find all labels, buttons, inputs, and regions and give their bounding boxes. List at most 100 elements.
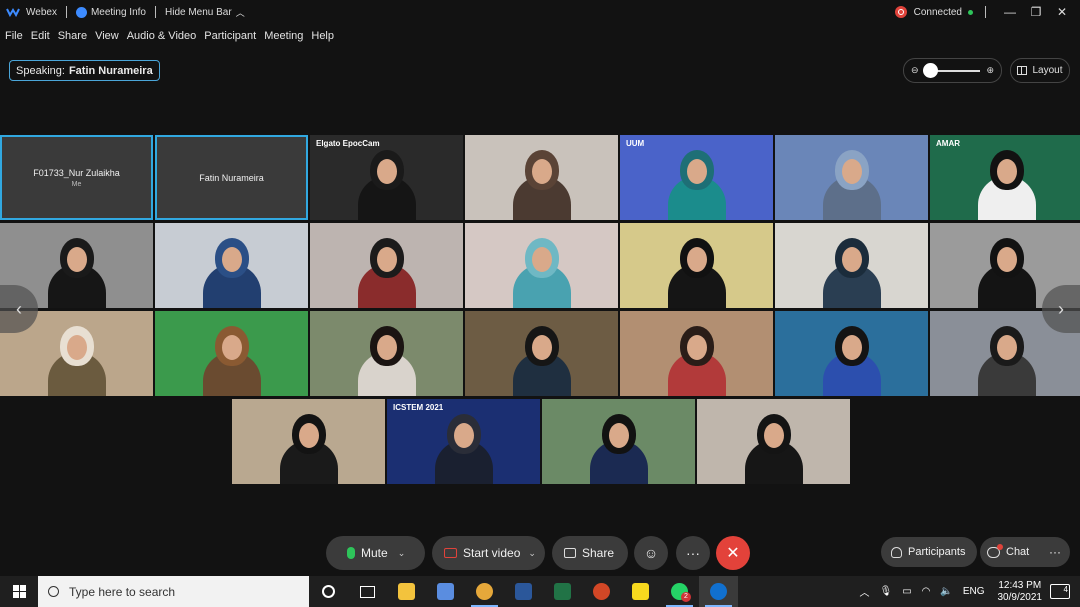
meeting-info-button[interactable]: Meeting Info bbox=[75, 6, 146, 18]
hide-menu-bar-button[interactable]: Hide Menu Bar ︿ bbox=[165, 6, 245, 19]
connection-status: Connected bbox=[913, 6, 962, 18]
video-tile[interactable] bbox=[465, 223, 618, 308]
video-tile[interactable] bbox=[542, 399, 695, 484]
menu-participant[interactable]: Participant bbox=[204, 30, 256, 42]
participant-face bbox=[531, 159, 552, 184]
close-button[interactable]: ✕ bbox=[1050, 5, 1074, 19]
share-icon bbox=[564, 548, 576, 558]
start-video-button[interactable]: Start video ⌄ bbox=[432, 536, 545, 570]
chevron-up-icon: ︿ bbox=[235, 7, 245, 18]
video-tile[interactable] bbox=[155, 223, 308, 308]
menu-bar: File Edit Share View Audio & Video Parti… bbox=[0, 27, 337, 45]
video-tile[interactable] bbox=[155, 311, 308, 396]
zoom-out-icon[interactable]: ⊖ bbox=[911, 65, 919, 76]
menu-share[interactable]: Share bbox=[58, 30, 87, 42]
participant-face bbox=[841, 335, 862, 360]
video-tile[interactable]: ICSTEM 2021 bbox=[387, 399, 540, 484]
battery-icon[interactable]: ▭ bbox=[902, 586, 911, 597]
start-button[interactable] bbox=[0, 576, 38, 607]
mute-label: Mute bbox=[361, 546, 388, 560]
more-options-button[interactable]: ··· bbox=[676, 536, 710, 570]
chevron-down-icon[interactable]: ⌄ bbox=[398, 548, 406, 559]
video-tile[interactable] bbox=[310, 311, 463, 396]
windows-taskbar: Type here to search 2 ︿ 🎙 ▭ ◠ 🔈 ENG 12:4… bbox=[0, 576, 1080, 607]
background-label: AMAR bbox=[936, 139, 960, 148]
clock-time: 12:43 PM bbox=[998, 579, 1042, 591]
chevron-down-icon[interactable]: ⌄ bbox=[528, 548, 536, 559]
chat-button[interactable]: Chat bbox=[980, 537, 1040, 567]
zoom-in-icon[interactable]: ⊕ bbox=[986, 65, 994, 76]
video-off-icon bbox=[444, 548, 457, 558]
search-placeholder: Type here to search bbox=[69, 584, 176, 599]
reactions-button[interactable]: ☺ bbox=[634, 536, 668, 570]
language-indicator[interactable]: ENG bbox=[963, 586, 985, 597]
menu-audio-video[interactable]: Audio & Video bbox=[127, 30, 197, 42]
share-button[interactable]: Share bbox=[552, 536, 628, 570]
video-tile[interactable] bbox=[465, 311, 618, 396]
mute-button[interactable]: Mute ⌄ bbox=[326, 536, 425, 570]
leave-meeting-button[interactable]: ✕ bbox=[716, 536, 750, 570]
video-tile[interactable] bbox=[465, 135, 618, 220]
task-view-button[interactable] bbox=[348, 576, 387, 607]
video-tile[interactable] bbox=[775, 223, 928, 308]
wifi-icon[interactable]: ◠ bbox=[922, 586, 931, 597]
chat-unread-badge bbox=[997, 543, 1003, 550]
video-tile[interactable]: AMAR bbox=[930, 135, 1080, 220]
divider bbox=[65, 6, 67, 18]
video-tile[interactable] bbox=[775, 135, 928, 220]
chevron-up-icon[interactable]: ︿ bbox=[859, 584, 869, 599]
chrome-button[interactable] bbox=[465, 576, 504, 607]
chrome-icon bbox=[476, 583, 493, 600]
video-tile[interactable] bbox=[232, 399, 385, 484]
participants-button[interactable]: Participants bbox=[881, 537, 977, 567]
powerpoint-button[interactable] bbox=[582, 576, 621, 607]
cortana-icon bbox=[322, 585, 335, 598]
whatsapp-button[interactable]: 2 bbox=[660, 576, 699, 607]
zoom-slider-handle[interactable] bbox=[922, 62, 938, 78]
cortana-button[interactable] bbox=[309, 576, 348, 607]
video-tile[interactable]: Fatin Nurameira bbox=[155, 135, 308, 220]
microphone-tray-icon[interactable]: 🎙 bbox=[879, 586, 892, 597]
minimize-button[interactable]: — bbox=[998, 5, 1022, 19]
folder-icon bbox=[398, 583, 415, 600]
layout-button[interactable]: Layout bbox=[1010, 58, 1070, 83]
status-dot-icon bbox=[968, 9, 973, 15]
participant-face bbox=[66, 335, 87, 360]
sticky-notes-button[interactable] bbox=[621, 576, 660, 607]
store-button[interactable] bbox=[426, 576, 465, 607]
more-panels-button[interactable]: ··· bbox=[1040, 537, 1070, 567]
video-tile[interactable] bbox=[310, 223, 463, 308]
connection-icon bbox=[894, 6, 907, 18]
video-tile[interactable]: UUM bbox=[620, 135, 773, 220]
video-tile[interactable] bbox=[775, 311, 928, 396]
file-explorer-button[interactable] bbox=[387, 576, 426, 607]
chevron-left-icon: ‹ bbox=[16, 298, 22, 319]
participant-face bbox=[66, 247, 87, 272]
clock[interactable]: 12:43 PM 30/9/2021 bbox=[998, 580, 1043, 604]
menu-view[interactable]: View bbox=[95, 30, 119, 42]
participant-face bbox=[221, 335, 242, 360]
video-tile[interactable] bbox=[697, 399, 850, 484]
video-tile[interactable]: Elgato EpocCam bbox=[310, 135, 463, 220]
taskbar-search-input[interactable]: Type here to search bbox=[38, 576, 309, 607]
microphone-icon bbox=[347, 547, 355, 559]
participants-icon bbox=[891, 546, 902, 558]
volume-icon[interactable]: 🔈 bbox=[940, 586, 952, 597]
excel-button[interactable] bbox=[543, 576, 582, 607]
meeting-info-label: Meeting Info bbox=[90, 6, 146, 18]
restore-button[interactable]: ❐ bbox=[1024, 5, 1048, 19]
video-tile[interactable] bbox=[620, 223, 773, 308]
word-button[interactable] bbox=[504, 576, 543, 607]
notification-center-button[interactable]: 4 bbox=[1050, 584, 1070, 599]
zoom-slider[interactable] bbox=[922, 62, 981, 78]
participant-face bbox=[376, 247, 397, 272]
menu-meeting[interactable]: Meeting bbox=[264, 30, 303, 42]
menu-help[interactable]: Help bbox=[311, 30, 334, 42]
video-tile[interactable] bbox=[620, 311, 773, 396]
webex-taskbar-button[interactable] bbox=[699, 576, 738, 607]
video-tile[interactable]: F01733_Nur Zulaikha Me bbox=[0, 135, 153, 220]
chat-icon bbox=[987, 543, 1003, 558]
webex-logo-icon bbox=[6, 8, 20, 17]
menu-edit[interactable]: Edit bbox=[31, 30, 50, 42]
menu-file[interactable]: File bbox=[5, 30, 23, 42]
